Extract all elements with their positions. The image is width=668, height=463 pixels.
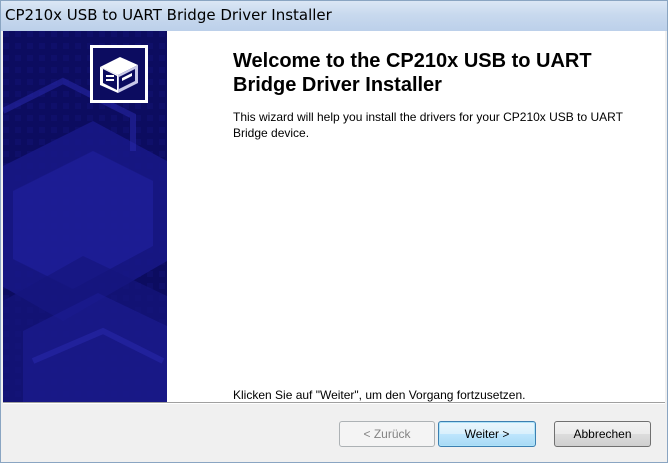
wizard-client-area: Welcome to the CP210x USB to UART Bridge… xyxy=(3,31,665,461)
welcome-description: This wizard will help you install the dr… xyxy=(233,110,623,140)
wizard-content-panel: Welcome to the CP210x USB to UART Bridge… xyxy=(167,31,665,402)
title-bar[interactable]: CP210x USB to UART Bridge Driver Install… xyxy=(1,1,667,31)
button-bar-divider xyxy=(3,402,665,404)
next-button[interactable]: Weiter > xyxy=(438,421,536,447)
installer-window: CP210x USB to UART Bridge Driver Install… xyxy=(0,0,668,463)
wizard-sidebar-banner xyxy=(3,31,167,402)
window-title: CP210x USB to UART Bridge Driver Install… xyxy=(5,6,332,24)
installer-box-icon xyxy=(90,45,148,103)
continue-hint: Klicken Sie auf "Weiter", um den Vorgang… xyxy=(233,388,526,402)
cancel-button[interactable]: Abbrechen xyxy=(554,421,651,447)
page-title: Welcome to the CP210x USB to UART Bridge… xyxy=(233,50,592,96)
back-button[interactable]: < Zurück xyxy=(339,421,435,447)
